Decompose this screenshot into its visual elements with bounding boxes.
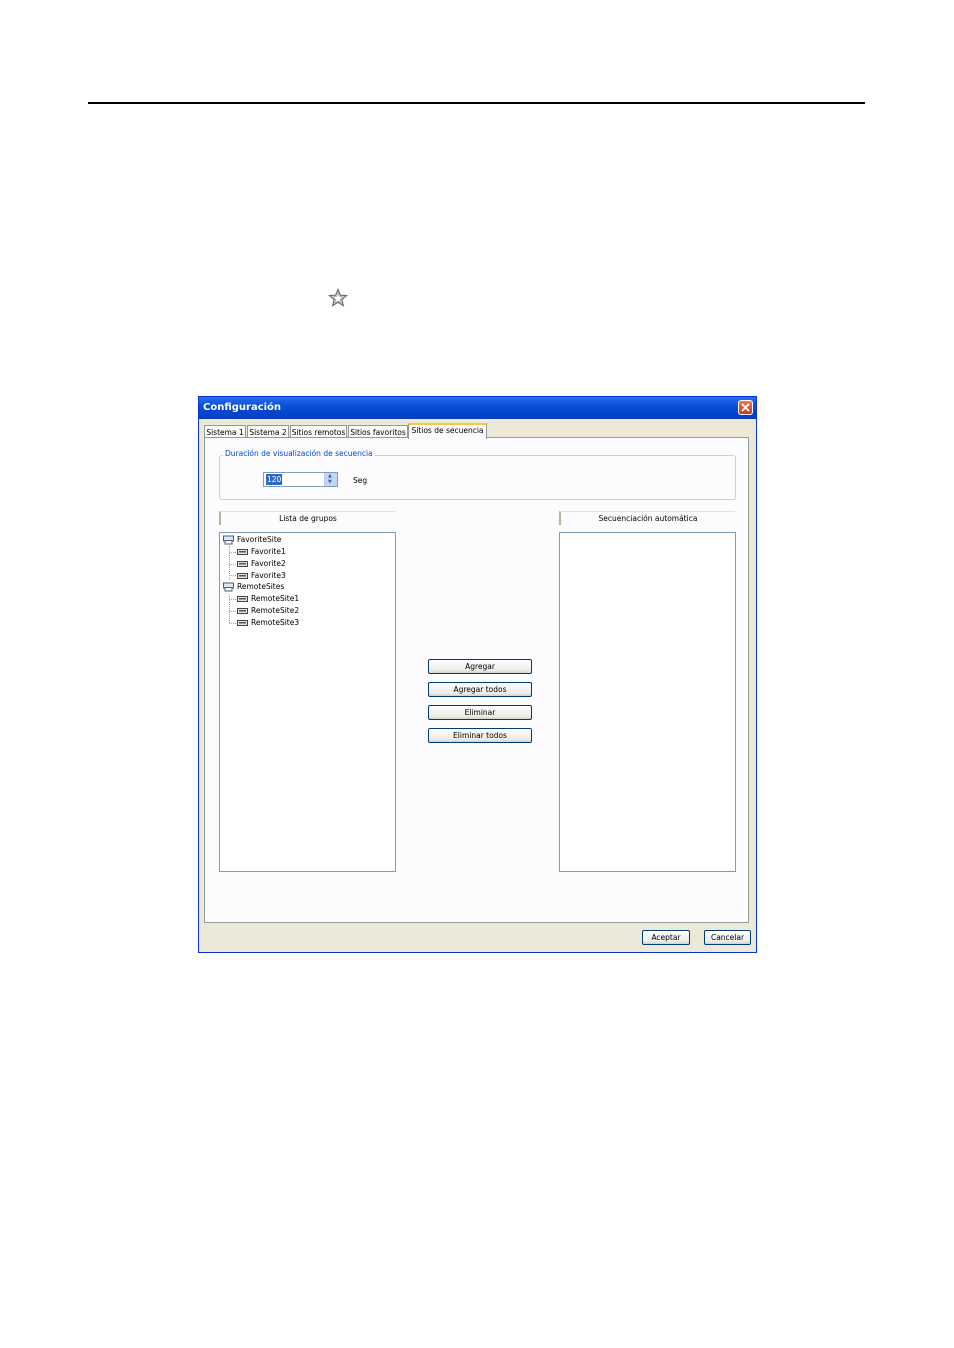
page-header-rule (88, 102, 865, 104)
group-folder-icon (223, 535, 234, 545)
tree-item-favorite2[interactable]: Favorite2 (237, 558, 286, 569)
auto-sequence-list[interactable] (559, 532, 736, 872)
tab-panel-sequence: Duración de visualización de secuencia 1… (204, 437, 749, 923)
add-all-button[interactable]: Agregar todos (428, 682, 532, 697)
dvr-device-icon (237, 608, 248, 614)
stepper-buttons[interactable]: ▲ ▼ (324, 473, 337, 486)
tree-item-remotesite3[interactable]: RemoteSite3 (237, 617, 299, 628)
dialog-title-bar[interactable]: Configuración (199, 397, 756, 419)
tree-group-remotesites[interactable]: RemoteSites (223, 581, 284, 592)
close-icon (741, 403, 750, 412)
tree-item-favorite3[interactable]: Favorite3 (237, 570, 286, 581)
star-icon (328, 288, 348, 307)
tree-group-favoritesite[interactable]: FavoriteSite (223, 534, 281, 545)
group-folder-icon (223, 582, 234, 592)
group-list-tree[interactable]: FavoriteSite Favorite1 Favorite2 Favorit… (219, 532, 396, 872)
group-list-header: Lista de grupos (219, 511, 395, 525)
dvr-device-icon (237, 573, 248, 579)
tree-item-label: RemoteSite3 (251, 618, 300, 627)
dvr-device-icon (237, 549, 248, 555)
duration-stepper[interactable]: 120 ▲ ▼ (263, 472, 338, 487)
dvr-device-icon (237, 620, 248, 626)
tab-sitios-de-secuencia[interactable]: Sitios de secuencia (408, 423, 487, 439)
chevron-down-icon[interactable]: ▼ (328, 479, 332, 485)
dialog-title: Configuración (203, 402, 282, 413)
duration-unit: Seg (353, 476, 368, 485)
dvr-device-icon (237, 596, 248, 602)
tree-item-remotesite1[interactable]: RemoteSite1 (237, 593, 299, 604)
dvr-device-icon (237, 561, 248, 567)
duration-value[interactable]: 120 (266, 474, 283, 485)
tree-item-label: RemoteSite2 (251, 606, 300, 615)
configuration-dialog: Configuración Sistema 1 Sistema 2 Sitios… (198, 396, 757, 953)
auto-sequence-header: Secuenciación automática (559, 511, 735, 525)
tree-connector (229, 564, 236, 565)
tree-group-label: RemoteSites (237, 582, 285, 591)
remove-all-button[interactable]: Eliminar todos (428, 728, 532, 743)
duration-label: Duración de visualización de secuencia (223, 449, 375, 458)
accept-button[interactable]: Aceptar (642, 930, 690, 945)
tree-item-label: Favorite1 (251, 547, 286, 556)
add-button[interactable]: Agregar (428, 659, 532, 674)
tree-connector (229, 599, 236, 600)
tree-connector (229, 623, 236, 624)
close-button[interactable] (738, 400, 753, 415)
tree-connector (229, 611, 236, 612)
cancel-button[interactable]: Cancelar (704, 930, 751, 945)
remove-button[interactable]: Eliminar (428, 705, 532, 720)
tree-item-remotesite2[interactable]: RemoteSite2 (237, 605, 299, 616)
tree-item-favorite1[interactable]: Favorite1 (237, 546, 286, 557)
duration-groupbox: Duración de visualización de secuencia 1… (219, 449, 736, 500)
tree-connector (229, 552, 236, 553)
tree-item-label: Favorite2 (251, 559, 286, 568)
tree-item-label: RemoteSite1 (251, 594, 300, 603)
tree-item-label: Favorite3 (251, 571, 286, 580)
tree-connector (229, 575, 236, 576)
tree-group-label: FavoriteSite (237, 535, 282, 544)
